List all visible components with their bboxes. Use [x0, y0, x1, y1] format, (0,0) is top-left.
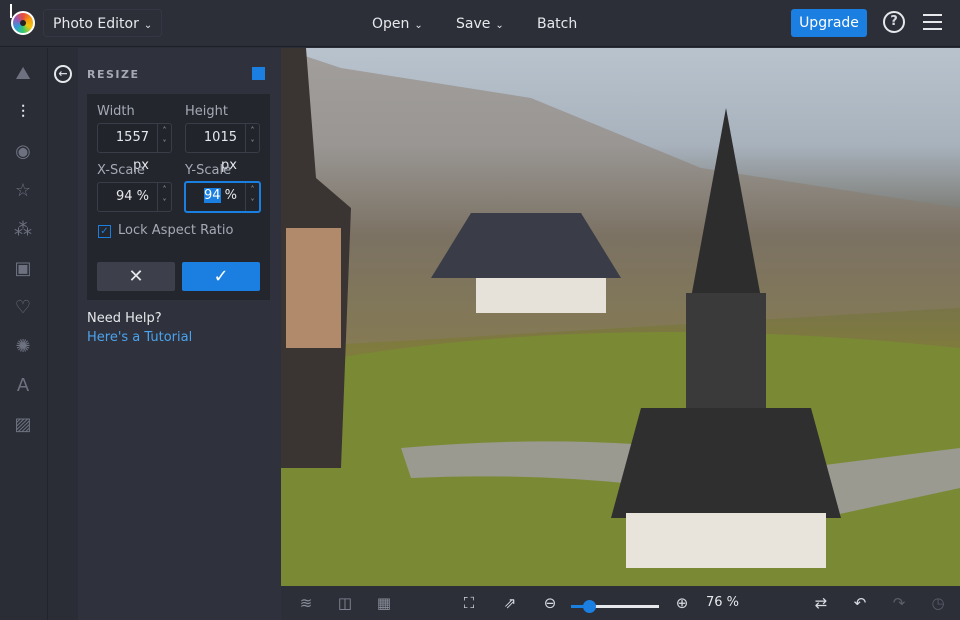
lock-aspect-label: Lock Aspect Ratio — [118, 223, 234, 238]
chevron-down-icon: ⌄ — [143, 20, 153, 31]
save-label: Save — [456, 16, 491, 32]
xscale-stepper[interactable]: ˄ ˅ — [157, 183, 171, 211]
lock-aspect-checkbox[interactable]: ✓ — [98, 225, 111, 238]
yscale-value: 94 — [203, 188, 221, 203]
app-logo[interactable] — [10, 4, 35, 35]
unit: % — [136, 189, 149, 204]
yscale-input[interactable]: 94 % ˄ ˅ — [184, 181, 261, 213]
unit: % — [224, 188, 237, 203]
cancel-button[interactable]: ✕ — [97, 262, 175, 291]
open-menu[interactable]: Open ⌄ — [362, 9, 433, 37]
back-arrow-icon[interactable]: ← — [54, 65, 72, 83]
need-help-text: Need Help? — [87, 311, 162, 326]
height-input[interactable]: 1015 px ˄ ˅ — [185, 123, 260, 173]
zoom-out-icon[interactable]: ⊖ — [541, 594, 559, 612]
text-icon[interactable]: A — [12, 375, 34, 397]
top-bar: Photo Editor ⌄ Open ⌄ Save ⌄ Batch Upgrade … — [0, 0, 960, 47]
chevron-down-icon: ⌄ — [414, 20, 423, 31]
xscale-value: 94 — [115, 189, 133, 204]
height-stepper[interactable]: ˄ ˅ — [245, 124, 259, 152]
panel-strip — [48, 48, 78, 620]
apply-button[interactable]: ✓ — [182, 262, 260, 291]
width-label: Width — [97, 104, 135, 119]
eye-icon[interactable]: ◉ — [12, 141, 34, 163]
heart-icon[interactable]: ♡ — [12, 297, 34, 319]
zoom-slider[interactable] — [571, 600, 659, 613]
image-icon[interactable]: ⛰ — [12, 63, 34, 85]
zoom-in-icon[interactable]: ⊕ — [673, 594, 691, 612]
badge-icon[interactable]: ✺ — [12, 336, 34, 358]
zoom-slider-handle[interactable] — [582, 600, 596, 613]
effects-icon[interactable]: ⁂ — [12, 219, 34, 241]
open-label: Open — [372, 16, 410, 32]
undo-icon[interactable]: ↶ — [851, 594, 869, 612]
close-icon: ✕ — [128, 266, 144, 287]
star-icon[interactable]: ☆ — [12, 180, 34, 202]
yscale-stepper[interactable]: ˄ ˅ — [245, 183, 259, 211]
photo-canvas[interactable] — [281, 48, 960, 586]
apply-to-batch-icon[interactable] — [252, 67, 265, 80]
resize-form: Width Height 1557 px ˄ ˅ 1015 px ˄ ˅ X-Scale… — [87, 94, 270, 300]
bottom-toolbar: ≋ ◫ ▦ ⛶ ⇗ ⊖ ⊕ 76 % ⇄ ↶ ↷ ◷ — [281, 586, 960, 620]
texture-icon[interactable]: ▨ — [12, 414, 34, 436]
xscale-label: X-Scale — [97, 163, 145, 178]
tutorial-link[interactable]: Here's a Tutorial — [87, 330, 192, 345]
chevron-down-icon: ⌄ — [495, 20, 504, 31]
adjust-icon[interactable]: ⫶ — [12, 102, 34, 124]
resize-panel: ← RESIZE Width Height 1557 px ˄ ˅ 1015 px ˄… — [48, 48, 281, 620]
redo-icon[interactable]: ↷ — [890, 594, 908, 612]
save-menu[interactable]: Save ⌄ — [446, 9, 514, 37]
height-value: 1015 — [203, 130, 237, 145]
hamburger-menu-icon[interactable] — [923, 14, 942, 35]
yscale-label: Y-Scale — [185, 163, 232, 178]
menu-label: Photo Editor — [53, 16, 139, 32]
batch-button[interactable]: Batch — [527, 9, 587, 37]
zoom-level: 76 % — [706, 595, 740, 610]
xscale-input[interactable]: 94 % ˄ ˅ — [97, 182, 172, 212]
check-icon: ✓ — [213, 266, 229, 287]
compare-icon[interactable]: ◫ — [336, 594, 354, 612]
height-label: Height — [185, 104, 228, 119]
layout-icon[interactable]: ▦ — [375, 594, 393, 612]
tool-rail: ⛰ ⫶ ◉ ☆ ⁂ ▣ ♡ ✺ A ▨ — [0, 48, 48, 620]
frame-icon[interactable]: ▣ — [12, 258, 34, 280]
fit-screen-icon[interactable]: ⛶ — [460, 594, 478, 612]
upgrade-button[interactable]: Upgrade — [791, 9, 867, 37]
width-value: 1557 — [115, 130, 149, 145]
width-stepper[interactable]: ˄ ˅ — [157, 124, 171, 152]
history-icon[interactable]: ◷ — [929, 594, 947, 612]
actual-size-icon[interactable]: ⇗ — [501, 594, 519, 612]
photo-image — [281, 48, 960, 586]
width-input[interactable]: 1557 px ˄ ˅ — [97, 123, 172, 173]
layers-icon[interactable]: ≋ — [297, 594, 315, 612]
flip-icon[interactable]: ⇄ — [812, 594, 830, 612]
photo-editor-menu[interactable]: Photo Editor ⌄ — [43, 9, 163, 37]
help-icon[interactable]: ? — [883, 11, 905, 33]
panel-title: RESIZE — [87, 68, 140, 81]
